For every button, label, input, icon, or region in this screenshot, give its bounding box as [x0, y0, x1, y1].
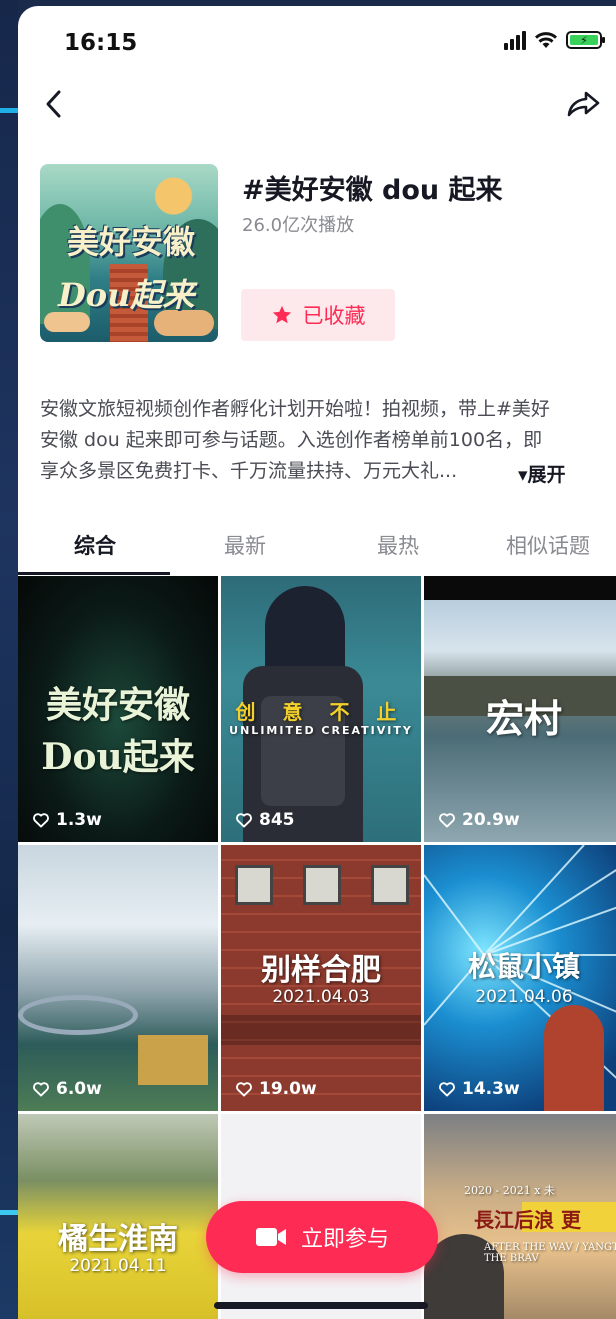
tab-bar: 综合 最新 最热 相似话题	[18, 514, 616, 578]
like-count: 6.0w	[56, 1079, 102, 1099]
heart-icon	[439, 1082, 455, 1097]
video-overlay-title: 宏村	[485, 696, 562, 741]
heart-icon	[439, 813, 455, 828]
background-streak	[0, 108, 18, 113]
join-topic-button[interactable]: 立即参与	[206, 1201, 438, 1273]
like-count: 20.9w	[462, 810, 520, 830]
video-likes: 20.9w	[438, 810, 520, 830]
play-count: 26.0亿次播放	[242, 215, 355, 236]
wifi-icon	[535, 32, 557, 48]
video-overlay-subtitle: AFTER THE WAV / YANGTZE / ON THE BRAV	[484, 1242, 616, 1264]
status-bar: 16:15 ⚡	[18, 6, 616, 78]
signal-icon	[504, 30, 526, 50]
like-count: 14.3w	[462, 1079, 520, 1099]
favorite-label: 已收藏	[302, 304, 366, 328]
video-thumbnail[interactable]: 美好安徽 Dou起来 1.3w	[18, 576, 218, 842]
video-likes: 845	[235, 810, 295, 830]
share-button[interactable]	[564, 88, 604, 120]
video-overlay-date: 2021.04.03	[272, 987, 370, 1007]
expand-button[interactable]: ▾展开	[518, 460, 566, 487]
video-overlay-title: 長江后浪 更	[474, 1208, 581, 1232]
description-line: 安徽 dou 起来即可参与话题。入选创作者榜单前100名，即	[40, 429, 543, 451]
video-overlay-date: 2020 - 2021 x 未	[464, 1184, 555, 1197]
battery-icon: ⚡	[566, 31, 605, 49]
video-likes: 1.3w	[32, 810, 102, 830]
video-likes: 14.3w	[438, 1079, 520, 1099]
home-indicator	[214, 1302, 428, 1309]
heart-icon	[236, 813, 252, 828]
join-topic-label: 立即参与	[300, 1227, 389, 1252]
status-icons: ⚡	[504, 30, 605, 50]
heart-icon	[33, 813, 49, 828]
description-line: 安徽文旅短视频创作者孵化计划开始啦！拍视频，带上#美好	[40, 398, 550, 420]
tab-hottest[interactable]: 最热	[377, 530, 419, 560]
status-time: 16:15	[64, 30, 138, 56]
video-likes: 6.0w	[32, 1079, 102, 1099]
video-overlay-title: 别样合肥	[261, 953, 381, 988]
video-thumbnail[interactable]: 宏村 20.9w	[424, 576, 616, 842]
video-thumbnail[interactable]: 别样合肥 2021.04.03 19.0w	[221, 845, 421, 1111]
topic-title: #美好安徽 dou 起来	[242, 175, 503, 206]
video-thumbnail[interactable]: 6.0w	[18, 845, 218, 1111]
heart-icon	[236, 1082, 252, 1097]
video-overlay-subtitle: UNLIMITED CREATIVITY	[229, 724, 413, 737]
topic-page: 16:15 ⚡ 美好安徽 Dou起来 #美好安徽 dou 起来 26.0亿次播放…	[18, 6, 616, 1319]
video-overlay-title: 橘生淮南	[58, 1222, 178, 1257]
video-overlay-title: 松鼠小镇	[467, 950, 580, 983]
like-count: 19.0w	[259, 1079, 317, 1099]
chevron-left-icon	[46, 90, 61, 118]
share-arrow-icon	[567, 91, 600, 117]
video-overlay-title: 创 意 不 止	[235, 700, 407, 724]
topic-cover-image: 美好安徽 Dou起来	[40, 164, 218, 342]
video-overlay-title: 美好安徽 Dou起来	[41, 684, 195, 778]
video-thumbnail[interactable]: 橘生淮南 2021.04.11	[18, 1114, 218, 1319]
back-button[interactable]	[38, 88, 70, 120]
video-camera-icon	[255, 1228, 286, 1246]
tab-comprehensive[interactable]: 综合	[74, 530, 116, 560]
tab-active-indicator	[18, 572, 170, 575]
video-thumbnail[interactable]: 创 意 不 止 UNLIMITED CREATIVITY 845	[221, 576, 421, 842]
video-overlay-date: 2021.04.06	[475, 987, 573, 1007]
background-streak	[0, 1210, 18, 1215]
video-overlay-date: 2021.04.11	[69, 1256, 167, 1276]
cover-title: 美好安徽	[66, 223, 195, 261]
video-thumbnail[interactable]: 2020 - 2021 x 未 長江后浪 更 AFTER THE WAV / Y…	[424, 1114, 616, 1319]
like-count: 1.3w	[56, 810, 102, 830]
favorite-button[interactable]: 已收藏	[241, 289, 395, 341]
video-likes: 19.0w	[235, 1079, 317, 1099]
tab-latest[interactable]: 最新	[224, 530, 266, 560]
star-icon	[272, 305, 291, 324]
video-thumbnail[interactable]: 松鼠小镇 2021.04.06 14.3w	[424, 845, 616, 1111]
cover-subtitle: Dou起来	[58, 276, 195, 314]
background-left-edge	[0, 0, 18, 1319]
tab-similar-topics[interactable]: 相似话题	[506, 530, 590, 560]
heart-icon	[33, 1082, 49, 1097]
like-count: 845	[259, 810, 295, 830]
